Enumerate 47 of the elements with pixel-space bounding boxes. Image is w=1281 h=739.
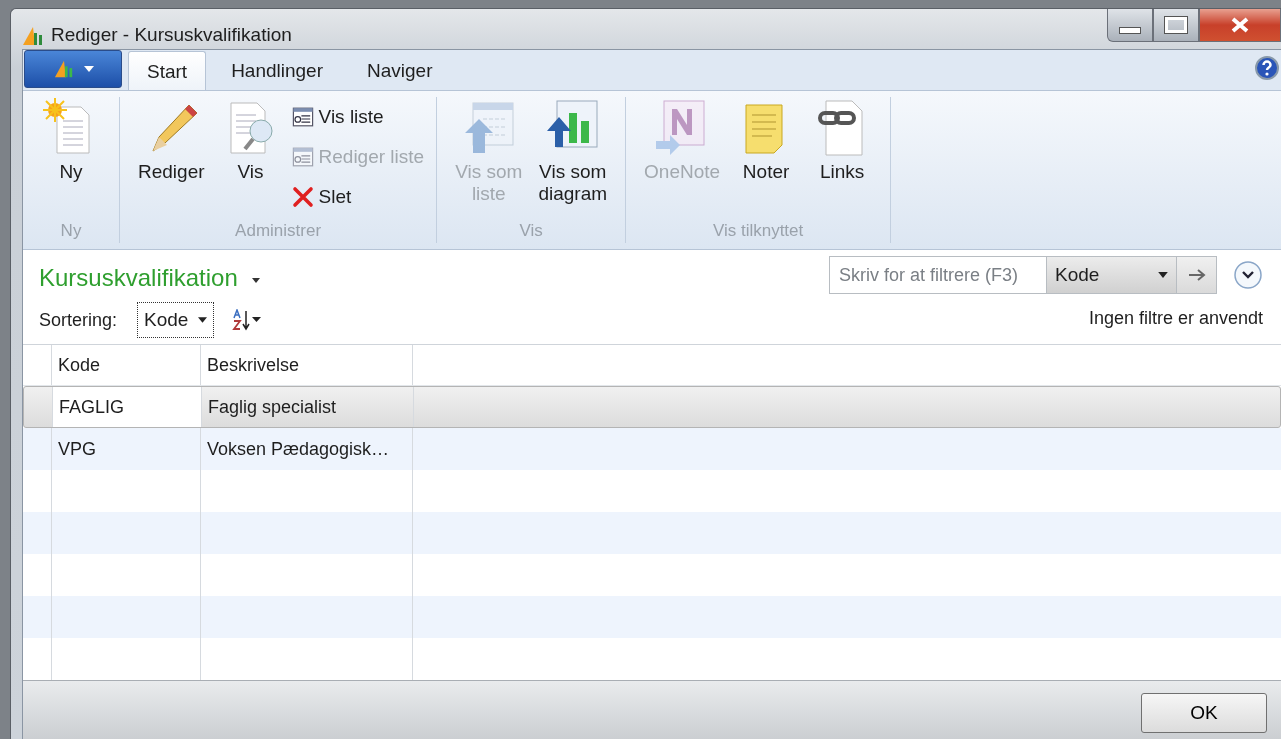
close-button[interactable] xyxy=(1199,9,1281,42)
bar-chart-logo-icon xyxy=(21,25,45,47)
ribbon-group-label: Vis xyxy=(519,221,543,241)
filter-status: Ingen filtre er anvendt xyxy=(1088,308,1263,329)
ribbon-button[interactable]: Noter xyxy=(730,97,803,221)
filter-column-dropdown[interactable]: Kode xyxy=(1047,256,1177,294)
window-title: Rediger - Kursuskvalifikation xyxy=(51,24,292,46)
table-cell: FAGLIG xyxy=(53,387,202,427)
ribbon-button[interactable]: Links xyxy=(806,97,879,221)
filter-field[interactable]: Skriv for at filtrere (F3) xyxy=(829,256,1047,294)
close-icon xyxy=(1229,17,1251,33)
column-header[interactable]: Beskrivelse xyxy=(201,345,413,385)
column-header[interactable]: Kode xyxy=(52,345,201,385)
table-cell: Voksen Pædagogisk… xyxy=(201,428,413,470)
caret-icon xyxy=(1158,272,1168,278)
ribbon-button[interactable]: Vis som diagram xyxy=(532,97,614,221)
application-menu-button[interactable] xyxy=(24,50,122,88)
caret-icon xyxy=(251,277,260,283)
caret-icon xyxy=(84,66,94,72)
table-row[interactable]: VPG Voksen Pædagogisk… xyxy=(23,428,1281,470)
sort-dropdown[interactable]: Kode xyxy=(137,302,215,338)
caret-icon xyxy=(198,317,208,323)
ribbon-group-label: Vis tilknyttet xyxy=(712,221,804,241)
ribbon-button[interactable]: Vis liste xyxy=(290,99,425,135)
ribbon-button[interactable]: Slet xyxy=(290,179,425,215)
ribbon-button[interactable]: Ny xyxy=(35,97,107,221)
minimize-button[interactable] xyxy=(1107,9,1153,42)
list-edit-icon xyxy=(290,145,315,169)
ribbon-button[interactable]: Rediger xyxy=(132,97,211,221)
maximize-button[interactable] xyxy=(1153,9,1199,42)
ribbon-tab[interactable]: Naviger xyxy=(348,51,452,90)
list-window-icon xyxy=(290,105,315,129)
ribbon-group-label: Ny xyxy=(60,221,82,241)
help-icon[interactable] xyxy=(1255,56,1279,80)
table-row[interactable]: FAGLIG Faglig specialist xyxy=(23,386,1281,428)
expand-icon[interactable] xyxy=(1233,260,1263,290)
ribbon-tab[interactable]: Start xyxy=(128,51,207,91)
arrow-right-icon xyxy=(1186,267,1207,283)
ribbon-tab[interactable]: Handlinger xyxy=(212,51,343,90)
table-cell: VPG xyxy=(52,428,201,470)
delete-icon xyxy=(290,185,315,209)
apply-filter-button[interactable] xyxy=(1177,256,1217,294)
ribbon-button[interactable]: Vis xyxy=(214,97,287,221)
sort-label: Sortering: xyxy=(39,309,118,331)
ok-button[interactable]: OK xyxy=(1141,693,1267,733)
table-cell: Faglig specialist xyxy=(202,387,414,427)
ribbon-group-label: Administrer xyxy=(235,221,322,241)
